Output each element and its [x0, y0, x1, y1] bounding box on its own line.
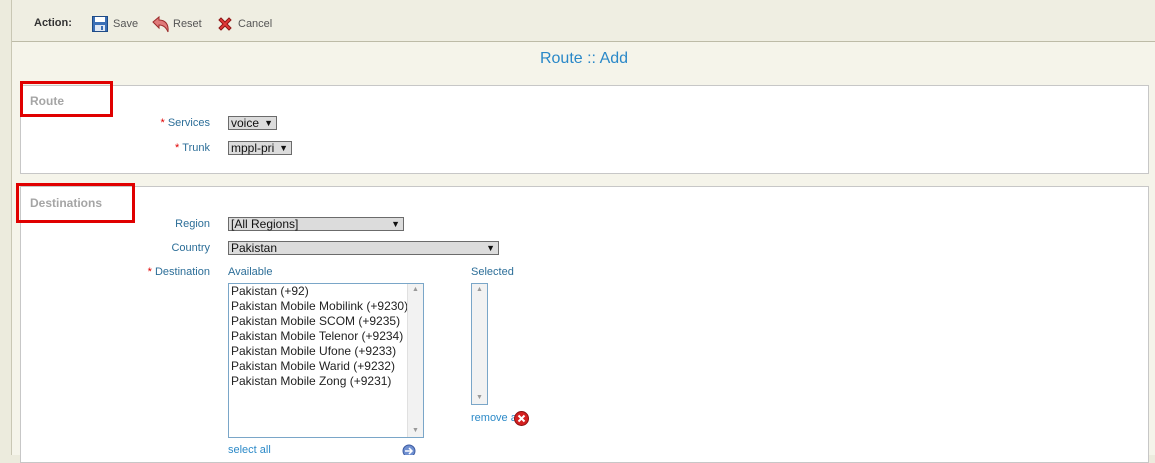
remove-all-icon[interactable]	[514, 411, 529, 426]
country-select-value: Pakistan	[231, 241, 278, 255]
destinations-legend-highlight	[16, 183, 135, 223]
floppy-disk-icon	[91, 15, 109, 33]
list-item[interactable]: Pakistan Mobile SCOM (+9235)	[229, 314, 423, 329]
left-gutter	[0, 0, 11, 455]
selected-scrollbar[interactable]: ▲ ▼	[472, 284, 487, 404]
list-item[interactable]: Pakistan Mobile Telenor (+9234)	[229, 329, 423, 344]
country-label: Country	[171, 242, 210, 254]
scroll-up-icon[interactable]: ▲	[408, 284, 423, 296]
list-item[interactable]: Pakistan Mobile Warid (+9232)	[229, 359, 423, 374]
available-label: Available	[228, 266, 273, 278]
action-label: Action:	[34, 17, 72, 29]
trunk-label: * Trunk	[175, 142, 210, 154]
services-select[interactable]: voice ▼	[228, 116, 277, 130]
main-panel: Action: Save Reset Cancel Route:: Add R…	[11, 0, 1155, 463]
cancel-button-label: Cancel	[238, 18, 273, 30]
available-scrollbar[interactable]: ▲ ▼	[407, 284, 423, 437]
dropdown-arrow-icon: ▼	[391, 219, 400, 229]
route-legend-highlight	[20, 81, 113, 117]
save-button-label: Save	[113, 18, 139, 30]
dropdown-arrow-icon: ▼	[279, 143, 288, 153]
save-button[interactable]: Save	[91, 14, 138, 34]
cancel-x-icon	[216, 15, 234, 33]
undo-arrow-icon	[151, 15, 169, 33]
available-listbox[interactable]: Pakistan (+92) Pakistan Mobile Mobilink …	[228, 283, 424, 438]
route-fieldset: Route	[20, 85, 1149, 174]
cancel-button[interactable]: Cancel	[216, 14, 272, 34]
scroll-down-icon[interactable]: ▼	[408, 425, 423, 437]
page-title: Route :: Add	[539, 50, 629, 67]
services-select-value: voice	[231, 116, 260, 130]
list-item[interactable]: Pakistan (+92)	[229, 284, 423, 299]
region-select[interactable]: [All Regions] ▼	[228, 217, 404, 231]
list-item[interactable]: Pakistan Mobile Ufone (+9233)	[229, 344, 423, 359]
services-label: * Services	[160, 117, 210, 129]
list-item[interactable]: Pakistan Mobile Zong (+9231)	[229, 374, 423, 389]
country-select[interactable]: Pakistan ▼	[228, 241, 499, 255]
selected-label: Selected	[471, 266, 514, 278]
reset-button[interactable]: Reset	[151, 14, 202, 34]
selected-listbox[interactable]: ▲ ▼	[471, 283, 488, 405]
trunk-select[interactable]: mppl-pri ▼	[228, 141, 292, 155]
region-select-value: [All Regions]	[231, 217, 299, 231]
scroll-up-icon[interactable]: ▲	[472, 284, 487, 296]
list-item[interactable]: Pakistan Mobile Mobilink (+9230)	[229, 299, 423, 314]
dropdown-arrow-icon: ▼	[486, 243, 495, 253]
trunk-select-value: mppl-pri	[231, 141, 275, 155]
region-label: Region	[175, 218, 210, 230]
scroll-down-icon[interactable]: ▼	[472, 392, 487, 404]
destination-label: * Destination	[147, 266, 210, 278]
reset-button-label: Reset	[173, 18, 202, 30]
move-right-arrow-icon[interactable]	[402, 444, 416, 458]
dropdown-arrow-icon: ▼	[264, 118, 273, 128]
action-toolbar: Action: Save Reset Cancel	[12, 0, 1155, 42]
select-all-link[interactable]: select all	[228, 444, 271, 456]
